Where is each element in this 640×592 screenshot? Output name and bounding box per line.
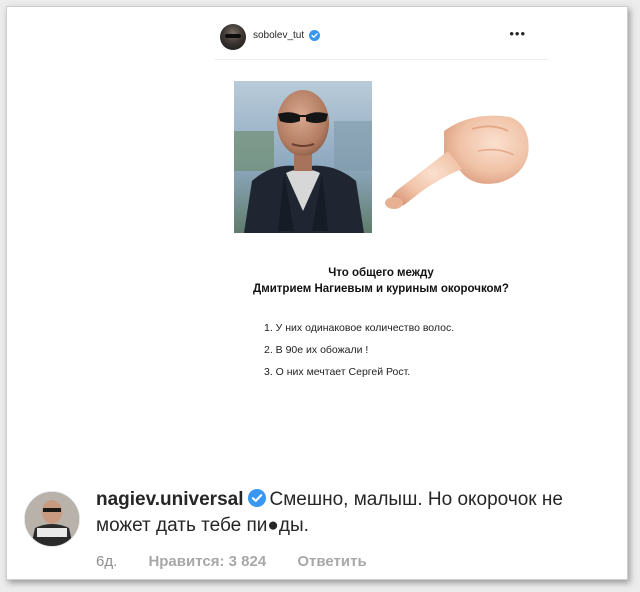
photo-dmitry-nagiev <box>234 81 372 233</box>
comment-age: 6д. <box>96 553 118 570</box>
reply-button[interactable]: Ответить <box>297 553 366 570</box>
chicken-leg-image <box>385 115 529 209</box>
post-author-avatar[interactable] <box>220 24 246 50</box>
question-line-2: Дмитрием Нагиевым и куриным окорочком? <box>253 283 509 295</box>
verified-badge-icon <box>247 489 266 507</box>
post-author-username[interactable]: sobolev_tut <box>253 30 304 41</box>
fact-item: 1. У них одинаковое количество волос. <box>264 322 455 334</box>
comment: nagiev.universal Смешно, малыш. Но окоро… <box>96 487 621 539</box>
facts-list: 1. У них одинаковое количество волос. 2.… <box>264 317 454 383</box>
fact-item: 3. О них мечтает Сергей Рост. <box>264 366 411 378</box>
comment-likes[interactable]: Нравится: 3 824 <box>148 553 266 570</box>
fact-item: 2. В 90е их обожали ! <box>264 344 369 356</box>
more-options-icon[interactable]: ••• <box>509 26 526 41</box>
comment-username[interactable]: nagiev.universal <box>96 489 244 510</box>
verified-badge-icon <box>309 30 320 41</box>
commenter-photo <box>25 492 79 546</box>
comment-meta: 6д. Нравится: 3 824 Ответить <box>96 553 394 570</box>
screenshot-frame: sobolev_tut ••• Что общего между Дмитрие… <box>6 6 628 580</box>
instagram-post: sobolev_tut ••• Что общего между Дмитрие… <box>214 15 548 455</box>
man-in-sunglasses-image <box>234 81 372 233</box>
post-question: Что общего между Дмитрием Нагиевым и кур… <box>214 265 548 297</box>
post-header: sobolev_tut ••• <box>214 15 548 60</box>
commenter-avatar[interactable] <box>24 491 80 547</box>
question-line-1: Что общего между <box>328 267 434 279</box>
